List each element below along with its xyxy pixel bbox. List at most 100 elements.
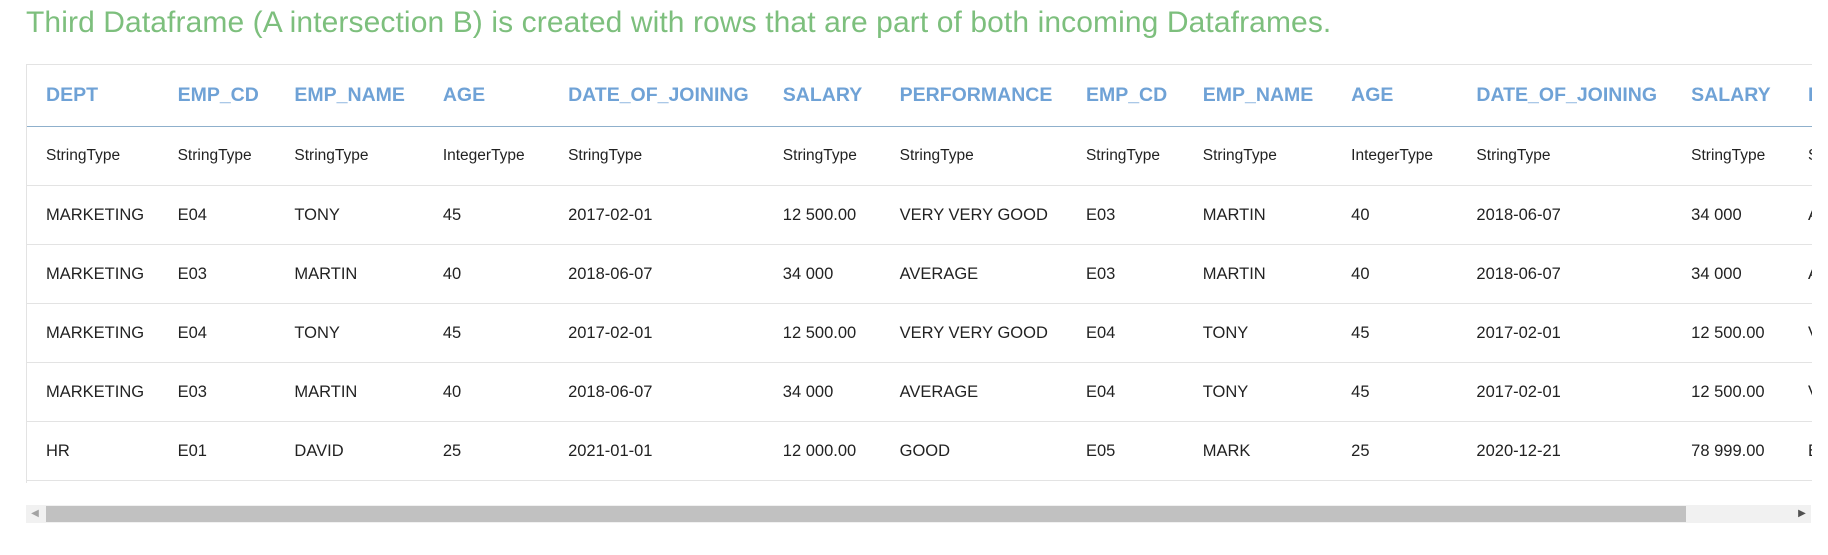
column-type-cell: StringType <box>158 126 276 186</box>
column-header: EMP_CD <box>158 65 276 127</box>
column-header: SALARY <box>763 65 881 127</box>
table-cell: 78 999.00 <box>1672 421 1789 481</box>
table-cell: TONY <box>1183 303 1333 363</box>
table-cell: DAVID <box>275 421 424 481</box>
table-cell: MARK <box>1183 421 1333 481</box>
table-cell: 12 500.00 <box>1672 362 1789 422</box>
table-cell: TONY <box>275 185 424 245</box>
column-type-cell: StringType <box>1672 126 1789 186</box>
table-cell: 45 <box>1332 303 1458 363</box>
table-cell: VERY VERY GOOD <box>880 303 1067 363</box>
type-row: StringType StringType StringType IntegerTyp… <box>27 126 1812 186</box>
table-cell: E04 <box>158 303 276 363</box>
table-cell: MARTIN <box>275 244 424 304</box>
header-row: DEPT EMP_CD EMP_NAME AGE DATE_OF_JOINING SALA… <box>27 65 1812 127</box>
column-header: EMP_NAME <box>1183 65 1333 127</box>
table-cell: 34 000 <box>1672 244 1789 304</box>
table-cell: 12 500.00 <box>763 185 881 245</box>
table-cell: MARKETING <box>27 362 159 422</box>
table-cell: GOOD <box>880 421 1067 481</box>
column-header: EMP_NAME <box>275 65 424 127</box>
table-cell: E03 <box>158 244 276 304</box>
table-cell: VERY VERY GOOD <box>1788 362 1812 422</box>
table-cell: 40 <box>423 362 550 422</box>
table-cell: E03 <box>1066 244 1184 304</box>
table-cell: 34 000 <box>1672 185 1789 245</box>
table-cell: E04 <box>1066 362 1184 422</box>
column-header: AGE <box>1332 65 1458 127</box>
table-cell: 40 <box>423 244 550 304</box>
column-header: DATE_OF_JOINING <box>549 65 764 127</box>
table-cell: 12 000.00 <box>763 421 881 481</box>
table-cell: MARKETING <box>27 303 159 363</box>
column-type-cell: StringType <box>275 126 424 186</box>
page-title: Third Dataframe (A intersection B) is cr… <box>26 6 1332 39</box>
table-cell: AVERAGE <box>880 362 1067 422</box>
table-cell: 25 <box>423 421 550 481</box>
column-type-cell: StringType <box>1457 126 1673 186</box>
table-cell: BAD <box>1788 421 1812 481</box>
scrollbar-thumb[interactable] <box>46 506 1686 522</box>
column-header: DEPT <box>27 65 159 127</box>
table-cell: 2017-02-01 <box>1457 362 1673 422</box>
table-cell: E01 <box>158 421 276 481</box>
table-cell: 2018-06-07 <box>549 362 764 422</box>
table-cell: 2020-12-21 <box>1457 421 1673 481</box>
table-cell: 2018-06-07 <box>549 244 764 304</box>
table-cell: E04 <box>158 185 276 245</box>
table-cell: 2021-01-01 <box>549 421 764 481</box>
column-type-cell: StringType <box>1066 126 1184 186</box>
column-type-cell: IntegerType <box>423 126 550 186</box>
table-cell: MARKETING <box>27 244 159 304</box>
table-cell: AVERAGE <box>880 244 1067 304</box>
table-row: MARKETING E03 MARTIN 40 2018-06-07 34 000 AVER… <box>27 244 1812 304</box>
table-cell: E05 <box>1066 421 1184 481</box>
column-header: SALARY <box>1672 65 1789 127</box>
table-cell: 25 <box>1332 421 1458 481</box>
table-cell: 12 500.00 <box>1672 303 1789 363</box>
column-header: DATE_OF_JOINING <box>1457 65 1673 127</box>
table-cell: 12 500.00 <box>763 303 881 363</box>
table-cell: E03 <box>1066 185 1184 245</box>
table-cell: TONY <box>1183 362 1333 422</box>
table-cell: 2017-02-01 <box>1457 303 1673 363</box>
table-cell: 2018-06-07 <box>1457 185 1673 245</box>
table-cell: AVERAGE <box>1788 185 1812 245</box>
table-row: HR E01 DAVID 25 2021-01-01 12 000.00 GOOD E05 MA… <box>27 421 1812 481</box>
table-row: MARKETING E04 TONY 45 2017-02-01 12 500.00 VER… <box>27 303 1812 363</box>
table-cell: MARTIN <box>275 362 424 422</box>
table-cell: HR <box>27 421 159 481</box>
column-type-cell: StringType <box>549 126 764 186</box>
table-cell: TONY <box>275 303 424 363</box>
column-type-cell: StringType <box>27 126 159 186</box>
scroll-right-arrow-icon[interactable]: ▶ <box>1793 505 1811 523</box>
table-cell: 2017-02-01 <box>549 303 764 363</box>
table-row: MARKETING E04 TONY 45 2017-02-01 12 500.00 VER… <box>27 185 1812 245</box>
table-cell: 40 <box>1332 244 1458 304</box>
column-type-cell: StringType <box>1183 126 1333 186</box>
table-cell: MARTIN <box>1183 244 1333 304</box>
table-cell: MARKETING <box>27 185 159 245</box>
table-cell: 45 <box>423 185 550 245</box>
table-cell: 2017-02-01 <box>549 185 764 245</box>
table-cell: VERY VERY GOOD <box>880 185 1067 245</box>
table-cell: E04 <box>1066 303 1184 363</box>
column-header: PERFORMANCE <box>880 65 1067 127</box>
column-type-cell: StringType <box>1788 126 1812 186</box>
scroll-left-arrow-icon[interactable]: ◀ <box>26 505 44 523</box>
table-row: MARKETING E03 MARTIN 40 2018-06-07 34 000 AVER… <box>27 362 1812 422</box>
column-type-cell: IntegerType <box>1332 126 1458 186</box>
table-cell: MARTIN <box>1183 185 1333 245</box>
table-cell: 40 <box>1332 185 1458 245</box>
column-type-cell: StringType <box>763 126 881 186</box>
table-cell: E03 <box>158 362 276 422</box>
data-table: DEPT EMP_CD EMP_NAME AGE DATE_OF_JOINING SALA… <box>27 65 1812 481</box>
table-viewport[interactable]: DEPT EMP_CD EMP_NAME AGE DATE_OF_JOINING SALA… <box>26 64 1812 483</box>
table-cell: 34 000 <box>763 362 881 422</box>
horizontal-scrollbar[interactable]: ◀ ▶ <box>26 505 1811 523</box>
table-cell: VERY VERY GOOD <box>1788 303 1812 363</box>
table-cell: 34 000 <box>763 244 881 304</box>
column-header: EMP_CD <box>1066 65 1184 127</box>
column-header: PERFORMANCE <box>1788 65 1812 127</box>
table-cell: 45 <box>423 303 550 363</box>
